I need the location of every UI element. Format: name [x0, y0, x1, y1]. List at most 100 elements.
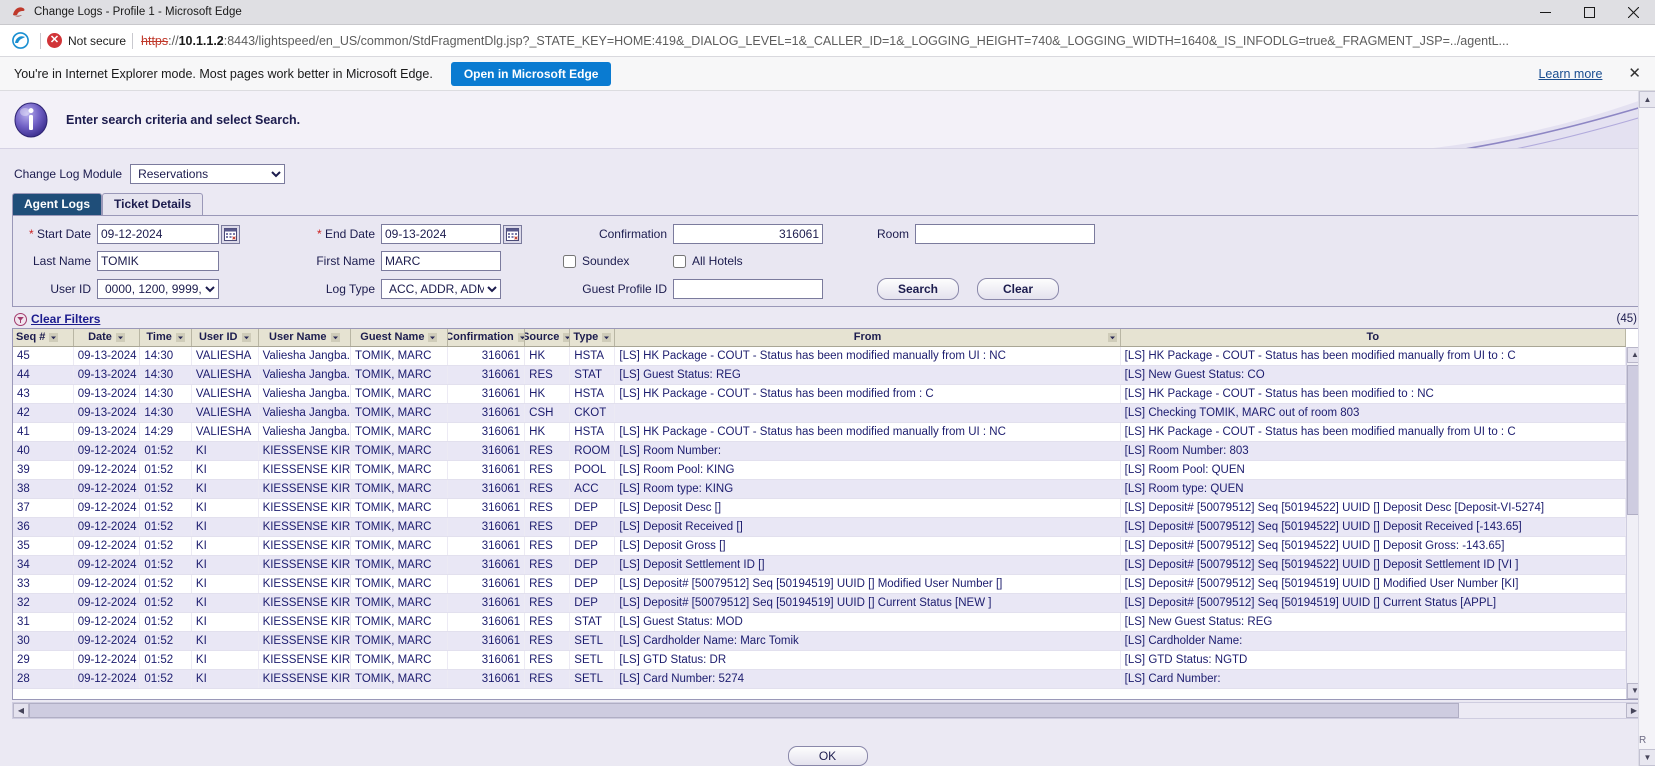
table-row[interactable]: 30 09-12-2024 01:52 KI KIESSENSE KIR... TOMIK…	[13, 631, 1627, 651]
calendar-icon[interactable]	[221, 224, 240, 244]
user-id-select[interactable]: 0000, 1200, 9999, ...	[97, 279, 219, 299]
col-header-guest-name[interactable]: Guest Name	[350, 329, 448, 347]
table-row[interactable]: 32 09-12-2024 01:52 KI KIESSENSE KIR... TOMIK…	[13, 593, 1627, 613]
col-header-source[interactable]: Source	[524, 329, 571, 347]
room-input[interactable]	[915, 224, 1095, 244]
tab-agent-logs[interactable]: Agent Logs	[12, 193, 102, 215]
filter-chevron-down-icon[interactable]	[428, 332, 438, 342]
cell-seq: 44	[13, 365, 74, 385]
table-row[interactable]: 28 09-12-2024 01:52 KI KIESSENSE KIR... TOMIK…	[13, 669, 1627, 689]
col-label-guest-name: Guest Name	[360, 331, 425, 344]
col-header-user-id[interactable]: User ID	[191, 329, 259, 347]
scroll-left-arrow-icon[interactable]: ◀	[13, 703, 29, 718]
filter-chevron-down-icon[interactable]	[517, 332, 524, 342]
cell-date: 09-12-2024	[73, 555, 141, 575]
change-log-module-select[interactable]: Reservations	[130, 164, 286, 184]
minimize-button[interactable]	[1523, 0, 1567, 25]
cell-time: 01:52	[139, 441, 192, 461]
cell-date: 09-13-2024	[73, 346, 141, 366]
filter-chevron-down-icon[interactable]	[49, 332, 59, 342]
cell-guest_name: TOMIK, MARC	[350, 479, 448, 499]
criteria-grid: * Start Date 09-12-2024 * End Date 09-13…	[19, 224, 1636, 300]
clear-filters-link[interactable]: Clear Filters	[31, 312, 100, 326]
tab-strip: Agent Logs Ticket Details	[12, 193, 1655, 215]
table-row[interactable]: 38 09-12-2024 01:52 KI KIESSENSE KIR... TOMIK…	[13, 479, 1627, 499]
filter-chevron-down-icon[interactable]	[115, 332, 125, 342]
cell-source: HK	[524, 346, 571, 366]
col-header-user-name[interactable]: User Name	[258, 329, 352, 347]
table-row[interactable]: 35 09-12-2024 01:52 KI KIESSENSE KIR... TOMIK…	[13, 536, 1627, 556]
close-icon[interactable]: ✕	[1628, 66, 1641, 81]
horizontal-scroll-track[interactable]	[29, 703, 1626, 718]
cell-user_id: KI	[191, 612, 259, 632]
cell-user_id: KI	[191, 536, 259, 556]
col-label-confirmation: Confirmation	[447, 331, 514, 344]
col-header-to[interactable]: To	[1120, 329, 1627, 347]
cell-confirmation: 316061	[447, 365, 526, 385]
end-date-field-cell	[381, 224, 501, 244]
resize-handle[interactable]: R	[1639, 735, 1646, 746]
table-row[interactable]: 37 09-12-2024 01:52 KI KIESSENSE KIR... TOMIK…	[13, 498, 1627, 518]
table-row[interactable]: 45 09-13-2024 14:30 VALIESHA Valiesha Jangba…	[13, 346, 1627, 366]
cell-from: [LS] Room Number:	[614, 441, 1121, 461]
all-hotels-checkbox[interactable]	[673, 254, 686, 268]
horizontal-scroll-thumb[interactable]	[29, 703, 1459, 718]
col-header-date[interactable]: Date	[73, 329, 141, 347]
col-header-time[interactable]: Time	[139, 329, 192, 347]
not-secure-indicator[interactable]: ✕ Not secure	[47, 33, 126, 48]
col-header-seq[interactable]: Seq #	[13, 329, 74, 347]
page-scroll-down-icon[interactable]: ▼	[1639, 749, 1655, 766]
table-row[interactable]: 36 09-12-2024 01:52 KI KIESSENSE KIR... TOMIK…	[13, 517, 1627, 537]
soundex-checkbox[interactable]	[563, 254, 576, 268]
col-header-from[interactable]: From	[614, 329, 1121, 347]
table-row[interactable]: 43 09-13-2024 14:30 VALIESHA Valiesha Jangba…	[13, 384, 1627, 404]
clear-button[interactable]: Clear	[977, 278, 1059, 300]
guest-profile-id-input[interactable]	[673, 279, 823, 299]
cell-user_id: KI	[191, 593, 259, 613]
open-in-edge-button[interactable]: Open in Microsoft Edge	[450, 61, 612, 86]
table-row[interactable]: 42 09-13-2024 14:30 VALIESHA Valiesha Jangba…	[13, 403, 1627, 423]
cell-seq: 43	[13, 384, 74, 404]
start-date-input[interactable]	[97, 224, 219, 244]
close-button[interactable]	[1611, 0, 1655, 25]
dialog-footer: OK	[0, 746, 1655, 766]
first-name-field-cell	[381, 251, 501, 271]
cell-from: [LS] Deposit Gross []	[614, 536, 1121, 556]
search-criteria-panel: * Start Date 09-12-2024 * End Date 09-13…	[12, 215, 1643, 307]
cell-type: DEP	[569, 517, 616, 537]
required-marker: *	[28, 227, 34, 241]
table-row[interactable]: 44 09-13-2024 14:30 VALIESHA Valiesha Jangba…	[13, 365, 1627, 385]
tab-ticket-details[interactable]: Ticket Details	[102, 193, 204, 215]
confirmation-input[interactable]	[673, 224, 823, 244]
page-scroll-up-icon[interactable]: ▲	[1639, 91, 1655, 108]
grid-horizontal-scrollbar[interactable]: ◀ ▶	[12, 702, 1643, 719]
table-row[interactable]: 31 09-12-2024 01:52 KI KIESSENSE KIR... TOMIK…	[13, 612, 1627, 632]
table-row[interactable]: 34 09-12-2024 01:52 KI KIESSENSE KIR... TOMIK…	[13, 555, 1627, 575]
url-input[interactable]: https :// 10.1.1.2 :8443/lightspeed/en_U…	[139, 34, 1649, 48]
ok-button[interactable]: OK	[787, 746, 868, 766]
table-row[interactable]: 39 09-12-2024 01:52 KI KIESSENSE KIR... TOMIK…	[13, 460, 1627, 480]
table-row[interactable]: 41 09-13-2024 14:29 VALIESHA Valiesha Jangba…	[13, 422, 1627, 442]
search-button[interactable]: Search	[877, 278, 959, 300]
filter-chevron-down-icon[interactable]	[602, 332, 612, 342]
cell-date: 09-12-2024	[73, 669, 141, 689]
first-name-input[interactable]	[381, 251, 501, 271]
table-row[interactable]: 29 09-12-2024 01:52 KI KIESSENSE KIR... TOMIK…	[13, 650, 1627, 670]
filter-chevron-down-icon[interactable]	[330, 332, 340, 342]
last-name-input[interactable]	[97, 251, 219, 271]
table-row[interactable]: 33 09-12-2024 01:52 KI KIESSENSE KIR... TOMIK…	[13, 574, 1627, 594]
col-header-confirmation[interactable]: Confirmation	[447, 329, 526, 347]
calendar-icon[interactable]	[503, 224, 522, 244]
clear-filter-icon[interactable]	[14, 312, 27, 326]
end-date-input[interactable]	[381, 224, 501, 244]
maximize-button[interactable]	[1567, 0, 1611, 25]
filter-chevron-down-icon[interactable]	[1107, 332, 1117, 342]
table-row[interactable]: 40 09-12-2024 01:52 KI KIESSENSE KIR... TOMIK…	[13, 441, 1627, 461]
cell-date: 09-12-2024	[73, 498, 141, 518]
header-decoration	[1425, 91, 1655, 148]
filter-chevron-down-icon[interactable]	[175, 332, 185, 342]
log-type-select[interactable]: ACC, ADDR, ADM,...	[381, 279, 501, 299]
col-header-type[interactable]: Type	[569, 329, 616, 347]
filter-chevron-down-icon[interactable]	[241, 332, 251, 342]
learn-more-link[interactable]: Learn more	[1538, 67, 1602, 81]
